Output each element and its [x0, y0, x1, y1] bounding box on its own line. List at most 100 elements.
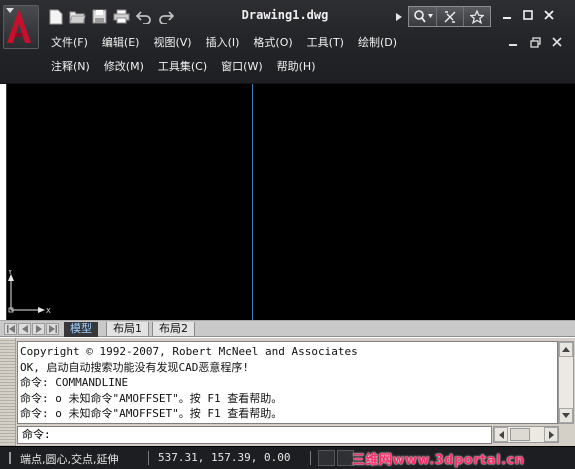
triangle-right-icon [35, 325, 42, 333]
title-bar: Drawing1.dwg 文件(F) 编辑(E) 视图(V) 插入(I) 格式(… [0, 0, 575, 84]
history-line: 命令: o 未知命令"AMOFFSET"。按 F1 查看帮助。 [20, 391, 283, 405]
restore-icon [529, 36, 541, 48]
history-line: Copyright © 1992-2007, Robert McNeel and… [20, 345, 358, 358]
horizontal-scrollbar[interactable] [493, 426, 559, 443]
menu-annotate[interactable]: 注释(N) [44, 58, 97, 76]
doc-close-button[interactable] [550, 35, 564, 49]
menu-bar-row-1: 文件(F) 编辑(E) 视图(V) 插入(I) 格式(O) 工具(T) 绘制(D… [44, 34, 404, 52]
viewport-divider[interactable] [252, 84, 253, 320]
menu-edit[interactable]: 编辑(E) [95, 34, 147, 52]
scroll-thumb[interactable] [510, 428, 530, 441]
scroll-left-button[interactable] [494, 427, 508, 442]
redo-button[interactable] [156, 7, 175, 26]
document-window-controls [506, 35, 564, 49]
menu-insert[interactable]: 插入(I) [199, 34, 247, 52]
coordinate-readout[interactable]: 537.31, 157.39, 0.00 [158, 451, 290, 464]
scroll-up-button[interactable] [559, 342, 573, 357]
menu-toolsets[interactable]: 工具集(C) [151, 58, 214, 76]
minimize-icon [509, 44, 517, 46]
history-line: 命令: o 未知命令"AMOFFSET"。按 F1 查看帮助。 [20, 407, 283, 420]
favorites-star-icon [470, 9, 484, 24]
command-prompt-label: 命令: [22, 428, 51, 441]
command-window: Copyright © 1992-2007, Robert McNeel and… [0, 338, 575, 446]
status-divider [148, 451, 149, 465]
tab-next-button[interactable] [32, 323, 45, 335]
menu-tools[interactable]: 工具(T) [300, 34, 351, 52]
tab-layout1[interactable]: 布局1 [106, 322, 149, 337]
vertical-scrollbar[interactable] [558, 341, 574, 424]
command-window-grip[interactable] [0, 338, 16, 446]
chevron-left-icon [498, 430, 504, 439]
search-icon [413, 10, 433, 23]
undo-button[interactable] [134, 7, 153, 26]
tab-prev-button[interactable] [18, 323, 31, 335]
triangle-right-icon [396, 12, 402, 21]
snap-toggle-button[interactable] [318, 450, 335, 466]
application-menu-button[interactable] [3, 5, 39, 49]
minimize-button[interactable] [500, 8, 514, 22]
communication-center-icon [444, 10, 456, 23]
tab-layout2[interactable]: 布局2 [152, 322, 195, 337]
tab-last-button[interactable] [46, 323, 59, 335]
maximize-button[interactable] [521, 8, 535, 22]
save-icon [92, 9, 107, 24]
command-history: Copyright © 1992-2007, Robert McNeel and… [17, 341, 558, 424]
skip-forward-icon [48, 325, 57, 333]
menu-view[interactable]: 视图(V) [146, 34, 198, 52]
status-toggles [318, 450, 354, 466]
communication-center-button[interactable] [437, 7, 464, 26]
status-bar: 端点,圆心,交点,延伸 537.31, 157.39, 0.00 三维网www.… [0, 446, 575, 469]
quick-access-toolbar [46, 7, 175, 29]
doc-restore-button[interactable] [528, 35, 542, 49]
menu-window[interactable]: 窗口(W) [214, 58, 269, 76]
skip-back-icon [6, 325, 15, 333]
chevron-right-icon [548, 430, 554, 439]
ucs-x-label: X [46, 307, 51, 315]
menu-modify[interactable]: 修改(M) [97, 58, 151, 76]
layout-tabs-bar: 模型 布局1 布局2 [0, 320, 575, 337]
search-button[interactable] [409, 7, 437, 26]
command-input[interactable]: 命令: [17, 426, 492, 444]
drawing-canvas[interactable]: Y X [6, 84, 575, 320]
osnap-status[interactable]: 端点,圆心,交点,延伸 [20, 451, 119, 467]
menu-help[interactable]: 帮助(H) [270, 58, 323, 76]
tab-navigation [4, 323, 59, 335]
history-line: OK, 启动自动搜索功能没有发现CAD恶意程序! [20, 360, 249, 374]
infocenter [393, 6, 491, 27]
redo-icon [158, 10, 174, 24]
menu-format[interactable]: 格式(O) [246, 34, 299, 52]
print-icon [113, 9, 130, 24]
minimize-icon [503, 17, 511, 19]
favorites-button[interactable] [464, 7, 490, 26]
scroll-right-button[interactable] [544, 427, 558, 442]
triangle-left-icon [21, 325, 28, 333]
new-file-icon [49, 9, 62, 24]
menu-bar-row-2: 注释(N) 修改(M) 工具集(C) 窗口(W) 帮助(H) [44, 58, 322, 76]
status-divider [310, 451, 311, 465]
maximize-icon [523, 10, 533, 20]
close-button[interactable] [542, 8, 556, 22]
open-folder-icon [69, 11, 86, 23]
close-icon [544, 10, 554, 20]
infocenter-expand-button[interactable] [393, 6, 405, 27]
infocenter-buttons [408, 6, 491, 27]
menu-file[interactable]: 文件(F) [44, 34, 95, 52]
ucs-y-label: Y [7, 270, 13, 276]
window-controls [500, 8, 556, 22]
open-button[interactable] [68, 7, 87, 26]
history-line: 命令: COMMANDLINE [20, 376, 129, 389]
save-button[interactable] [90, 7, 109, 26]
chevron-down-icon [6, 8, 14, 13]
tab-model[interactable]: 模型 [64, 322, 98, 337]
close-icon [552, 37, 562, 47]
undo-icon [135, 10, 151, 24]
chevron-up-icon [562, 347, 570, 352]
menu-draw[interactable]: 绘制(D) [351, 34, 404, 52]
new-file-button[interactable] [46, 7, 65, 26]
ucs-icon: Y X [7, 270, 51, 315]
scroll-down-button[interactable] [559, 408, 573, 423]
tab-first-button[interactable] [4, 323, 17, 335]
document-title: Drawing1.dwg [241, 8, 329, 22]
doc-minimize-button[interactable] [506, 35, 520, 49]
print-button[interactable] [112, 7, 131, 26]
